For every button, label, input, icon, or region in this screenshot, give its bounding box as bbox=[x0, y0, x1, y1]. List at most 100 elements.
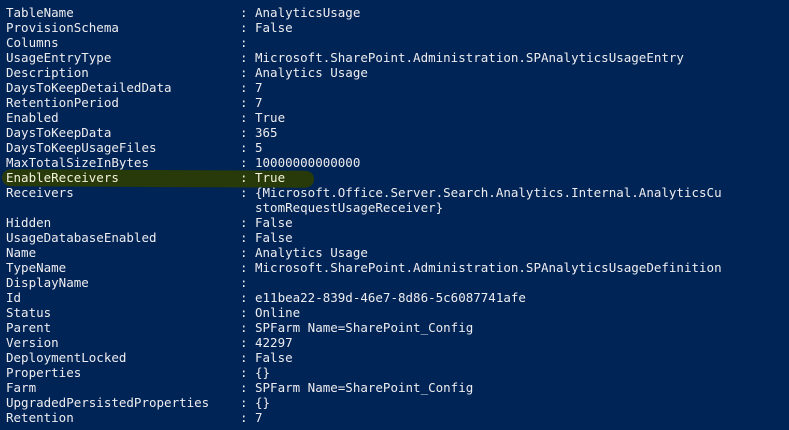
property-separator: : bbox=[240, 350, 248, 365]
property-name: DaysToKeepDetailedData bbox=[6, 80, 172, 95]
property-value: {Microsoft.Office.Server.Search.Analytic… bbox=[255, 185, 722, 215]
property-name: Id bbox=[6, 290, 22, 305]
property-row: DaysToKeepData:365 bbox=[0, 125, 789, 140]
property-name: Name bbox=[6, 245, 37, 260]
property-value: 7 bbox=[255, 410, 263, 425]
property-row: TableName: AnalyticsUsage bbox=[0, 5, 789, 20]
property-separator: : bbox=[240, 335, 248, 350]
property-row: Properties: {} bbox=[0, 365, 789, 380]
property-row: DaysToKeepDetailedData:7 bbox=[0, 80, 789, 95]
property-row: DeploymentLocked: False bbox=[0, 350, 789, 365]
property-name: Retention bbox=[6, 410, 74, 425]
property-separator: : bbox=[240, 305, 248, 320]
property-name: EnableReceivers bbox=[6, 170, 119, 185]
property-separator: : bbox=[240, 275, 248, 290]
property-name: TableName bbox=[6, 5, 74, 20]
property-separator: : bbox=[240, 20, 248, 35]
property-row: TypeName: Microsoft.SharePoint.Administra… bbox=[0, 260, 789, 275]
property-separator: : bbox=[240, 155, 248, 170]
property-row: DisplayName: bbox=[0, 275, 789, 290]
property-separator: : bbox=[240, 125, 248, 140]
property-name: Receivers bbox=[6, 185, 74, 200]
property-row: UpgradedPersistedProperties: {} bbox=[0, 395, 789, 410]
property-name: Properties bbox=[6, 365, 82, 380]
property-separator: : bbox=[240, 95, 248, 110]
property-row: Description: Analytics Usage bbox=[0, 65, 789, 80]
property-separator: : bbox=[240, 65, 248, 80]
property-value: 7 bbox=[255, 95, 263, 110]
property-name: Farm bbox=[6, 380, 37, 395]
property-value: True bbox=[255, 110, 286, 125]
property-value: {} bbox=[255, 395, 271, 410]
property-separator: : bbox=[240, 110, 248, 125]
property-value: 10000000000000 bbox=[255, 155, 361, 170]
property-value: 5 bbox=[255, 140, 263, 155]
property-value: Analytics Usage bbox=[255, 65, 368, 80]
property-list: TableName: AnalyticsUsage ProvisionSchema:… bbox=[0, 5, 789, 425]
property-name: UsageEntryType bbox=[6, 50, 112, 65]
property-value: False bbox=[255, 350, 293, 365]
property-row: UsageEntryType: Microsoft.SharePoint.Admi… bbox=[0, 50, 789, 65]
property-separator: : bbox=[240, 290, 248, 305]
property-separator: : bbox=[240, 215, 248, 230]
property-value: SPFarm Name=SharePoint_Config bbox=[255, 380, 474, 395]
property-value: Microsoft.SharePoint.Administration.SPAn… bbox=[255, 50, 684, 65]
property-name: DaysToKeepUsageFiles bbox=[6, 140, 157, 155]
property-separator: : bbox=[240, 80, 248, 95]
property-name: TypeName bbox=[6, 260, 67, 275]
property-row: Hidden: False bbox=[0, 215, 789, 230]
property-separator: : bbox=[240, 365, 248, 380]
property-row: ProvisionSchema: False bbox=[0, 20, 789, 35]
property-separator: : bbox=[240, 185, 248, 200]
property-value: SPFarm Name=SharePoint_Config bbox=[255, 320, 474, 335]
property-separator: : bbox=[240, 140, 248, 155]
property-name: Columns bbox=[6, 35, 59, 50]
property-value: Online bbox=[255, 305, 301, 320]
property-row: Columns: bbox=[0, 35, 789, 50]
property-separator: : bbox=[240, 245, 248, 260]
property-separator: : bbox=[240, 230, 248, 245]
property-row: Id: e11bea22-839d-46e7-8d86-5c6087741afe bbox=[0, 290, 789, 305]
property-row: EnableReceivers: True bbox=[0, 169, 789, 188]
property-separator: : bbox=[240, 410, 248, 425]
property-value: 42297 bbox=[255, 335, 293, 350]
property-name: UsageDatabaseEnabled bbox=[6, 230, 157, 245]
property-value: Analytics Usage bbox=[255, 245, 368, 260]
property-row: Version:42297 bbox=[0, 335, 789, 350]
property-value: AnalyticsUsage bbox=[255, 5, 361, 20]
property-row: Farm: SPFarm Name=SharePoint_Config bbox=[0, 380, 789, 395]
property-name: RetentionPeriod bbox=[6, 95, 119, 110]
powershell-console[interactable]: TableName: AnalyticsUsage ProvisionSchema:… bbox=[0, 0, 789, 430]
property-row: Parent: SPFarm Name=SharePoint_Config bbox=[0, 320, 789, 335]
property-separator: : bbox=[240, 320, 248, 335]
property-value: Microsoft.SharePoint.Administration.SPAn… bbox=[255, 260, 722, 275]
property-name: DaysToKeepData bbox=[6, 125, 112, 140]
property-name: Hidden bbox=[6, 215, 52, 230]
property-row: DaysToKeepUsageFiles:5 bbox=[0, 140, 789, 155]
property-separator: : bbox=[240, 260, 248, 275]
property-value: 7 bbox=[255, 80, 263, 95]
property-row: MaxTotalSizeInBytes:10000000000000 bbox=[0, 155, 789, 170]
property-name: UpgradedPersistedProperties bbox=[6, 395, 210, 410]
property-value: False bbox=[255, 20, 293, 35]
property-separator: : bbox=[240, 50, 248, 65]
property-value: 365 bbox=[255, 125, 278, 140]
property-separator: : bbox=[240, 395, 248, 410]
property-name: DisplayName bbox=[6, 275, 89, 290]
property-value: False bbox=[255, 215, 293, 230]
property-name: Enabled bbox=[6, 110, 59, 125]
property-name: Description bbox=[6, 65, 89, 80]
property-row: RetentionPeriod:7 bbox=[0, 95, 789, 110]
property-separator: : bbox=[240, 170, 248, 185]
property-value: {} bbox=[255, 365, 271, 380]
property-row: Enabled: True bbox=[0, 110, 789, 125]
property-value: True bbox=[255, 170, 286, 185]
property-row: Name: Analytics Usage bbox=[0, 245, 789, 260]
property-value: False bbox=[255, 230, 293, 245]
property-separator: : bbox=[240, 35, 248, 50]
property-row: Retention:7 bbox=[0, 410, 789, 425]
property-row: UsageDatabaseEnabled: False bbox=[0, 230, 789, 245]
property-name: DeploymentLocked bbox=[6, 350, 127, 365]
property-name: MaxTotalSizeInBytes bbox=[6, 155, 149, 170]
property-separator: : bbox=[240, 5, 248, 20]
